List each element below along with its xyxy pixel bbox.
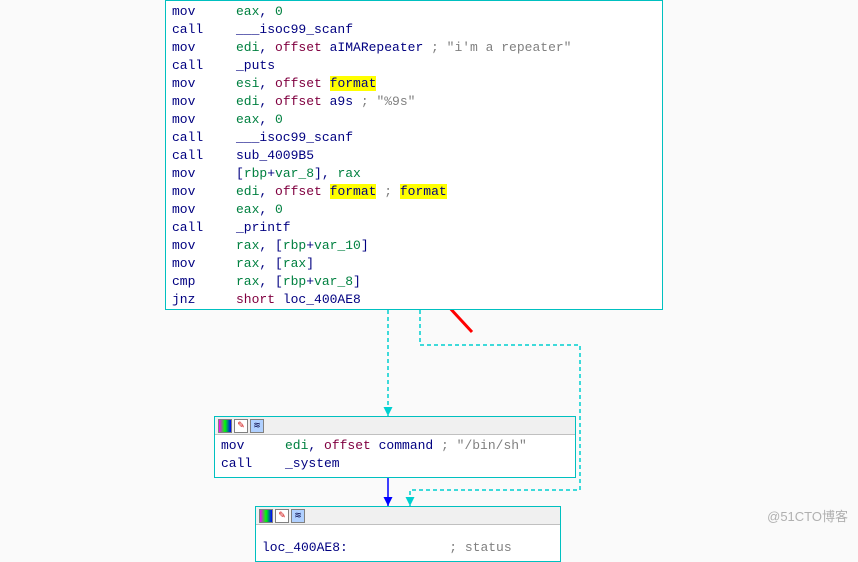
disasm-block-loc: ✎ ≋ loc_400AE8: ; status <box>255 506 561 562</box>
asm-line: call_system <box>221 455 569 473</box>
mnemonic: mov <box>172 237 236 255</box>
mnemonic: mov <box>172 183 236 201</box>
mnemonic: call <box>172 129 236 147</box>
mnemonic: jnz <box>172 291 236 309</box>
mnemonic: mov <box>172 255 236 273</box>
asm-line: moveax, 0 <box>172 111 656 129</box>
color-icon[interactable] <box>259 509 273 523</box>
asm-line: callsub_4009B5 <box>172 147 656 165</box>
asm-line: moveax, 0 <box>172 3 656 21</box>
asm-line: call_puts <box>172 57 656 75</box>
color-icon[interactable] <box>218 419 232 433</box>
asm-line: movrax, [rax] <box>172 255 656 273</box>
mnemonic: call <box>172 219 236 237</box>
asm-line: mov[rbp+var_8], rax <box>172 165 656 183</box>
asm-line: loc_400AE8: ; status <box>262 539 554 557</box>
asm-line: movedi, offset aIMARepeater ; "i'm a rep… <box>172 39 656 57</box>
edit-icon[interactable]: ✎ <box>275 509 289 523</box>
asm-line: jnzshort loc_400AE8 <box>172 291 656 309</box>
asm-line: movedi, offset command ; "/bin/sh" <box>221 437 569 455</box>
disasm-code-loc: loc_400AE8: ; status <box>256 525 560 561</box>
label: loc_400AE8: <box>262 540 348 555</box>
view-icon[interactable]: ≋ <box>250 419 264 433</box>
asm-line: cmprax, [rbp+var_8] <box>172 273 656 291</box>
mnemonic: mov <box>172 201 236 219</box>
mnemonic: cmp <box>172 273 236 291</box>
mnemonic: mov <box>172 165 236 183</box>
mnemonic: call <box>172 57 236 75</box>
block-toolbar: ✎ ≋ <box>256 507 560 525</box>
asm-line: call___isoc99_scanf <box>172 21 656 39</box>
mnemonic: mov <box>172 93 236 111</box>
mnemonic: mov <box>172 3 236 21</box>
block-toolbar: ✎ ≋ <box>215 417 575 435</box>
asm-line: movedi, offset a9s ; "%9s" <box>172 93 656 111</box>
mnemonic: mov <box>221 437 285 455</box>
mnemonic: mov <box>172 111 236 129</box>
asm-line: movedi, offset format ; format <box>172 183 656 201</box>
disasm-block-system: ✎ ≋ movedi, offset command ; "/bin/sh"ca… <box>214 416 576 478</box>
edit-icon[interactable]: ✎ <box>234 419 248 433</box>
asm-line: call___isoc99_scanf <box>172 129 656 147</box>
disasm-block-main: moveax, 0call___isoc99_scanfmovedi, offs… <box>165 0 663 310</box>
watermark-text: @51CTO博客 <box>767 506 848 525</box>
mnemonic: mov <box>172 75 236 93</box>
view-icon[interactable]: ≋ <box>291 509 305 523</box>
mnemonic: mov <box>172 39 236 57</box>
asm-line: movesi, offset format <box>172 75 656 93</box>
mnemonic: call <box>221 455 285 473</box>
asm-line: call_printf <box>172 219 656 237</box>
disasm-code-mid: movedi, offset command ; "/bin/sh"call_s… <box>215 435 575 477</box>
comment: ; status <box>449 540 511 555</box>
asm-line: moveax, 0 <box>172 201 656 219</box>
mnemonic: call <box>172 21 236 39</box>
mnemonic: call <box>172 147 236 165</box>
disasm-code-main: moveax, 0call___isoc99_scanfmovedi, offs… <box>166 1 662 313</box>
asm-line: movrax, [rbp+var_10] <box>172 237 656 255</box>
